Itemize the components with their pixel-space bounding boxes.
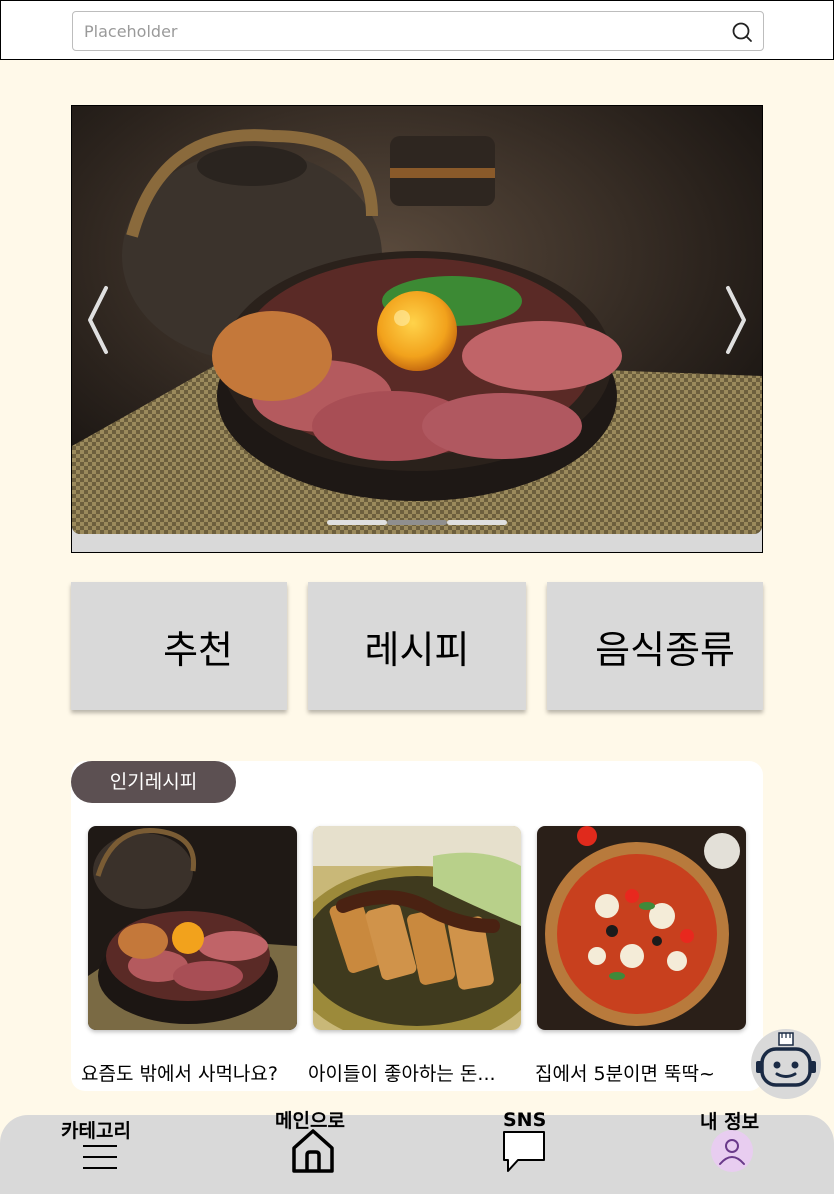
user-icon: [719, 1139, 745, 1165]
carousel-indicators: [327, 520, 507, 525]
recipe-card-caption[interactable]: 아이들이 좋아하는 돈...: [308, 1059, 496, 1086]
category-button-recipe[interactable]: 레시피: [308, 582, 526, 710]
recipe-card-image-pork-cutlet[interactable]: [313, 826, 521, 1030]
category-button-food-type[interactable]: 음식종류: [547, 582, 763, 710]
recipe-card-caption[interactable]: 요즘도 밖에서 사먹나요?: [81, 1059, 278, 1086]
avatar: [711, 1130, 753, 1172]
search-placeholder: Placeholder: [84, 22, 178, 41]
search-icon[interactable]: [731, 21, 753, 43]
recipe-card-image-pizza[interactable]: [537, 826, 746, 1030]
nav-label-sns: SNS: [503, 1109, 547, 1131]
top-bar: Placeholder: [0, 0, 834, 60]
robot-icon: [756, 1032, 816, 1087]
home-icon: [292, 1129, 334, 1173]
recipe-card-caption[interactable]: 집에서 5분이면 뚝딱~: [535, 1059, 715, 1086]
recipe-card-image-beef-bowl[interactable]: [88, 826, 297, 1030]
category-button-recommend[interactable]: 추천: [71, 582, 287, 710]
search-field[interactable]: Placeholder: [72, 11, 764, 51]
carousel-image-beef-bowl: [72, 106, 762, 534]
chat-icon: [503, 1131, 545, 1172]
menu-icon: [83, 1145, 117, 1169]
carousel-indicator-active[interactable]: [387, 520, 447, 525]
carousel-indicator[interactable]: [447, 520, 507, 525]
bottom-navigation: 카테고리 메인으로 SNS 내 정보: [0, 1109, 834, 1194]
popular-recipes-title: 인기레시피: [71, 761, 236, 803]
nav-label-category: 카테고리: [61, 1120, 131, 1142]
carousel-indicator[interactable]: [327, 520, 387, 525]
chevron-right-icon[interactable]: [724, 284, 748, 356]
popular-recipes-section: 인기레시피 요즘도 밖에서 사먹나요? 아이들이 좋아하는 돈... 집에서 5…: [71, 761, 763, 1091]
chevron-left-icon[interactable]: [86, 284, 110, 356]
hero-carousel[interactable]: [71, 105, 763, 553]
chatbot-button[interactable]: [751, 1029, 821, 1099]
